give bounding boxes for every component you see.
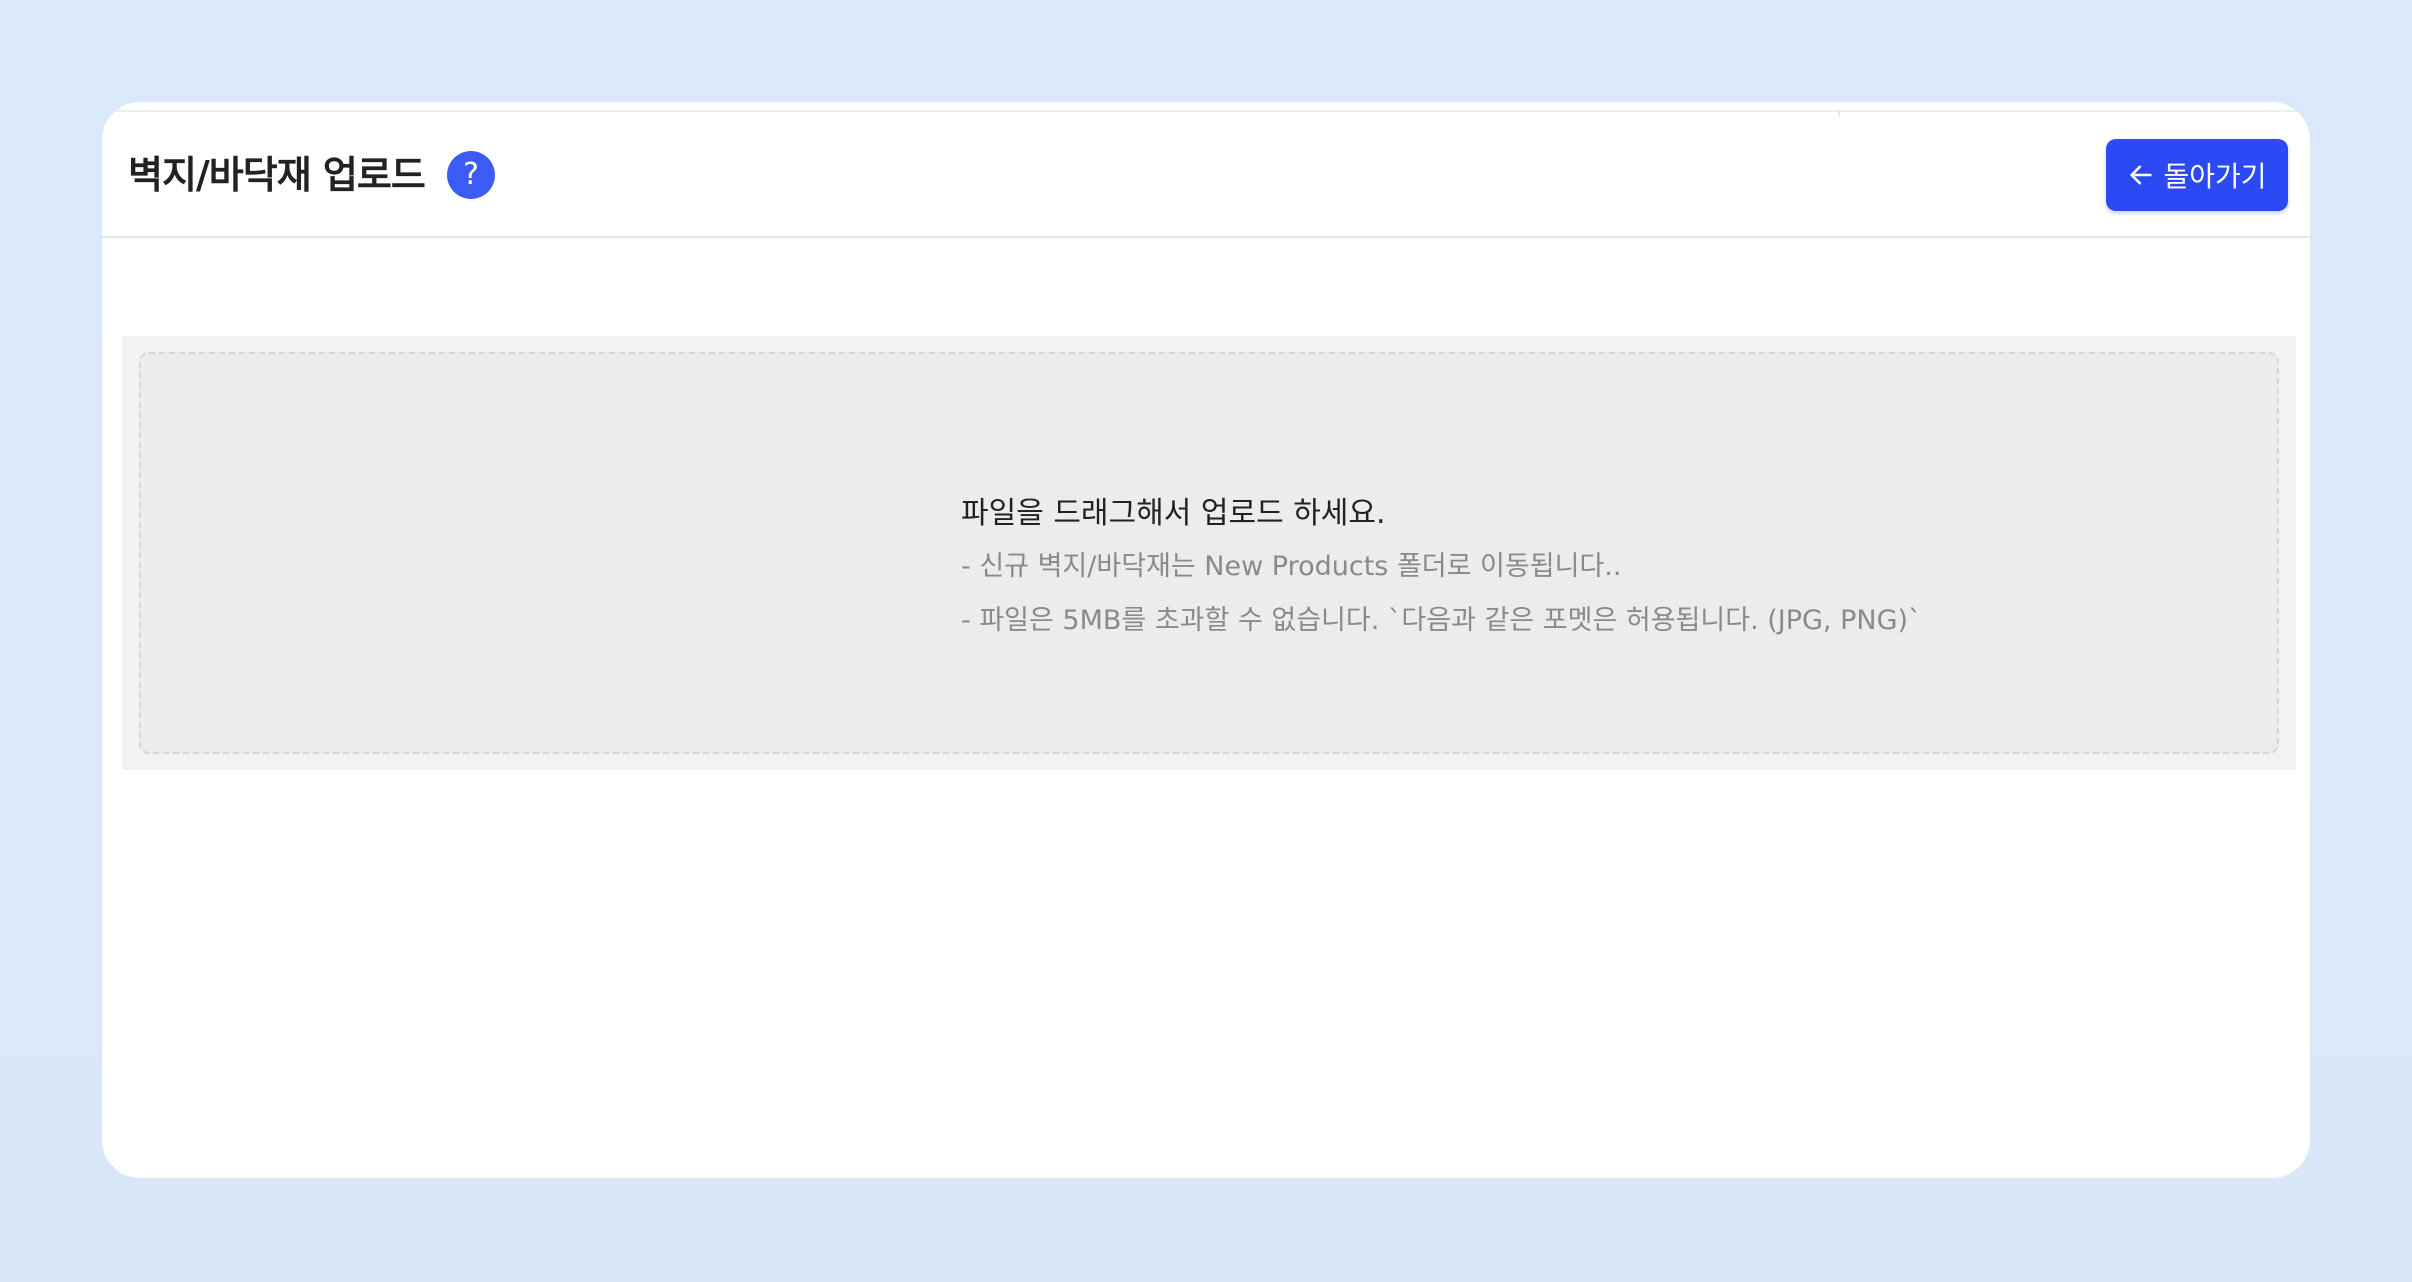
drop-note-file-limits: - 파일은 5MB를 초과할 수 없습니다. `다음과 같은 포멧은 허용됩니다… bbox=[961, 605, 1922, 636]
upload-zone: 파일을 드래그해서 업로드 하세요. - 신규 벽지/바닥재는 New Prod… bbox=[122, 336, 2296, 770]
arrow-left-icon bbox=[2130, 165, 2153, 185]
question-mark-icon: ? bbox=[463, 157, 479, 192]
drop-note-destination: - 신규 벽지/바닥재는 New Products 폴더로 이동됩니다.. bbox=[961, 551, 1622, 582]
drop-instructions: 파일을 드래그해서 업로드 하세요. - 신규 벽지/바닥재는 New Prod… bbox=[961, 494, 1922, 656]
file-drop-area[interactable]: 파일을 드래그해서 업로드 하세요. - 신규 벽지/바닥재는 New Prod… bbox=[139, 352, 2279, 754]
page-header: 벽지/바닥재 업로드 ? 돌아가기 bbox=[102, 112, 2310, 238]
back-button-label: 돌아가기 bbox=[2163, 160, 2267, 193]
back-button[interactable]: 돌아가기 bbox=[2106, 139, 2288, 211]
page-title: 벽지/바닥재 업로드 bbox=[128, 153, 426, 197]
upload-card: 벽지/바닥재 업로드 ? 돌아가기 파일을 드래그해서 업로드 하세요. - 신… bbox=[102, 102, 2310, 1178]
drop-title: 파일을 드래그해서 업로드 하세요. bbox=[961, 496, 1386, 531]
help-button[interactable]: ? bbox=[447, 151, 495, 199]
